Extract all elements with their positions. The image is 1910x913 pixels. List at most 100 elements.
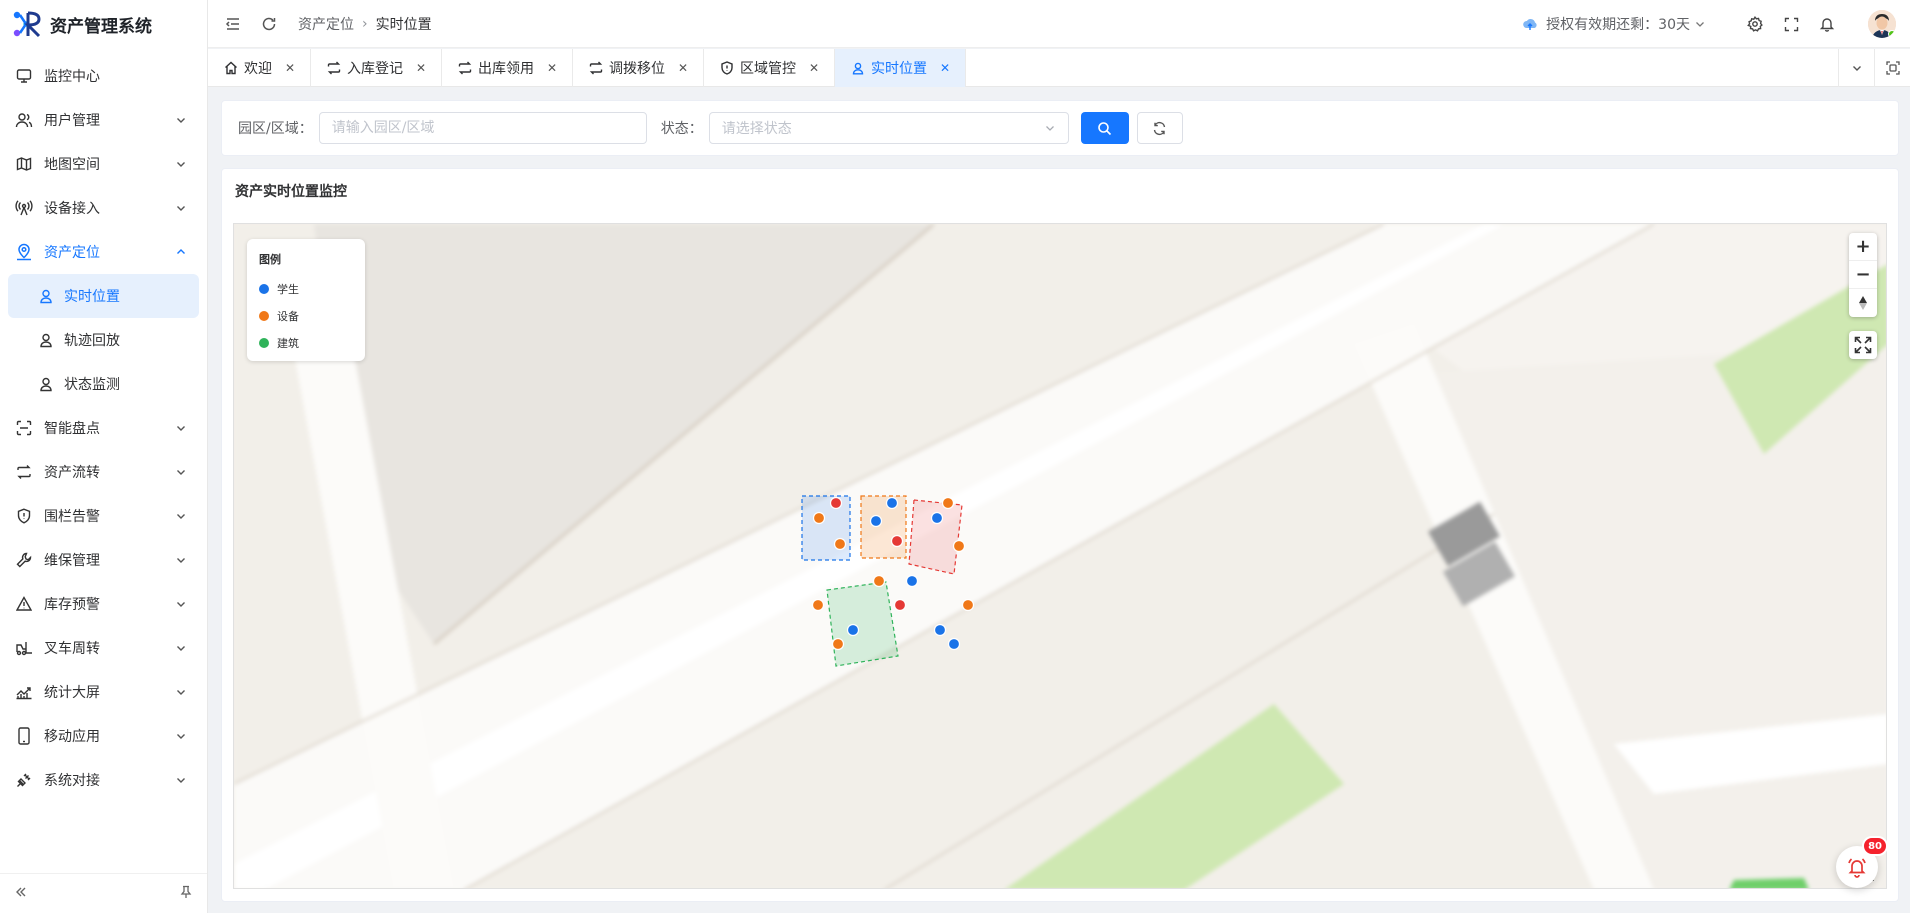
chevron-down-icon — [177, 734, 185, 739]
legend-item-device: 设备 — [259, 302, 353, 329]
marker-student[interactable] — [905, 574, 919, 588]
tab-realtime-location[interactable]: 实时位置 ✕ — [835, 49, 966, 87]
page-tabs: 欢迎 ✕ 入库登记 ✕ 出库领用 ✕ 调拨移位 ✕ 区域管控 ✕ 实时位置 ✕ — [208, 49, 1910, 87]
tab-outbound[interactable]: 出库领用 ✕ — [442, 49, 573, 87]
marker-device[interactable] — [811, 598, 825, 612]
sidebar-item-label: 叉车周转 — [44, 641, 100, 657]
fullscreen-icon[interactable] — [1782, 15, 1800, 33]
marker-device[interactable] — [952, 539, 966, 553]
sidebar-item-map[interactable]: 地图空间 — [0, 142, 207, 186]
zone-green[interactable] — [826, 581, 899, 667]
sidebar-item-mobile[interactable]: 移动应用 — [0, 714, 207, 758]
chevron-down-icon — [177, 690, 185, 695]
sidebar-item-devices[interactable]: 设备接入 — [0, 186, 207, 230]
transfer-icon — [327, 61, 341, 75]
marker-device[interactable] — [872, 574, 886, 588]
alarm-notification-button[interactable]: 80 — [1836, 836, 1888, 888]
tabs-dropdown-icon[interactable] — [1838, 49, 1874, 87]
reset-button[interactable] — [1136, 112, 1183, 144]
marker-student[interactable] — [846, 623, 860, 637]
search-button[interactable] — [1080, 112, 1129, 144]
sidebar: 资产管理系统 监控中心 用户管理 地图空间 设备接入 资产定位 实时位置 轨迹回… — [0, 0, 208, 913]
sidebar-item-dashboard[interactable]: 统计大屏 — [0, 670, 207, 714]
marker-student[interactable] — [947, 637, 961, 651]
location-user-icon — [38, 288, 54, 304]
screenshot-icon[interactable] — [1874, 49, 1910, 87]
app-logo[interactable]: 资产管理系统 — [0, 0, 207, 48]
tab-welcome[interactable]: 欢迎 ✕ — [208, 49, 311, 87]
zoom-in-button[interactable]: + — [1849, 233, 1877, 261]
sidebar-item-inventory[interactable]: 智能盘点 — [0, 406, 207, 450]
marker-alarm[interactable] — [829, 496, 843, 510]
license-status[interactable]: 授权有效期还剩：30天 — [1522, 14, 1706, 34]
tab-inbound[interactable]: 入库登记 ✕ — [311, 49, 442, 87]
sidebar-item-integration[interactable]: 系统对接 — [0, 758, 207, 802]
refresh-icon[interactable] — [260, 15, 278, 33]
close-icon[interactable]: ✕ — [546, 61, 558, 75]
marker-device[interactable] — [941, 496, 955, 510]
sidebar-item-monitor[interactable]: 监控中心 — [0, 54, 207, 98]
sidebar-item-maintenance[interactable]: 维保管理 — [0, 538, 207, 582]
wrench-icon — [14, 550, 34, 570]
breadcrumb-item[interactable]: 资产定位 — [298, 14, 354, 34]
marker-student[interactable] — [933, 623, 947, 637]
location-user-icon — [38, 332, 54, 348]
sidebar-item-fence-alarm[interactable]: 围栏告警 — [0, 494, 207, 538]
marker-device[interactable] — [831, 637, 845, 651]
marker-device[interactable] — [833, 537, 847, 551]
transfer-icon — [589, 61, 603, 75]
sidebar-item-status-monitor[interactable]: 状态监测 — [0, 362, 207, 406]
tab-relocation[interactable]: 调拨移位 ✕ — [573, 49, 704, 87]
close-icon[interactable]: ✕ — [808, 61, 820, 75]
sidebar-item-label: 监控中心 — [44, 69, 100, 85]
sidebar-item-label: 设备接入 — [44, 201, 100, 217]
zone-red[interactable] — [908, 499, 963, 575]
avatar[interactable] — [1868, 10, 1896, 38]
marker-student[interactable] — [869, 514, 883, 528]
bell-icon[interactable] — [1818, 15, 1836, 33]
close-icon[interactable]: ✕ — [677, 61, 689, 75]
legend-label: 建筑 — [277, 336, 299, 350]
chevron-down-icon — [177, 646, 185, 651]
sidebar-item-track-playback[interactable]: 轨迹回放 — [0, 318, 207, 362]
marker-alarm[interactable] — [890, 534, 904, 548]
tab-area-control[interactable]: 区域管控 ✕ — [704, 49, 835, 87]
close-icon[interactable]: ✕ — [415, 61, 427, 75]
status-select[interactable]: 请选择状态 — [708, 112, 1069, 144]
marker-device[interactable] — [961, 598, 975, 612]
sidebar-item-asset-transfer[interactable]: 资产流转 — [0, 450, 207, 494]
sidebar-item-realtime-location[interactable]: 实时位置 — [8, 274, 199, 318]
map-canvas[interactable]: 图例 学生 设备 建筑 + − A — [233, 223, 1887, 889]
tab-label: 欢迎 — [244, 61, 272, 77]
search-form: 园区/区域： 状态： 请选择状态 — [221, 100, 1899, 156]
location-user-icon — [38, 376, 54, 392]
header-actions: 授权有效期还剩：30天 — [1522, 0, 1910, 48]
area-input[interactable] — [318, 112, 647, 144]
zoom-controls: + − — [1849, 233, 1877, 317]
marker-device[interactable] — [812, 511, 826, 525]
close-icon[interactable]: ✕ — [939, 61, 951, 75]
sidebar-item-stock-warning[interactable]: 库存预警 — [0, 582, 207, 626]
pin-icon[interactable] — [179, 885, 193, 903]
sidebar-item-forklift[interactable]: 叉车周转 — [0, 626, 207, 670]
sidebar-item-label: 智能盘点 — [44, 421, 100, 437]
sidebar-item-users[interactable]: 用户管理 — [0, 98, 207, 142]
chevron-up-icon — [177, 249, 185, 254]
marker-student[interactable] — [930, 511, 944, 525]
zone-orange[interactable] — [860, 495, 907, 559]
menu-fold-icon[interactable] — [224, 15, 242, 33]
sidebar-item-asset-location[interactable]: 资产定位 — [0, 230, 207, 274]
collapse-sidebar-icon[interactable] — [14, 885, 28, 903]
marker-student[interactable] — [885, 496, 899, 510]
map-fullscreen-button[interactable] — [1849, 331, 1877, 359]
settings-icon[interactable] — [1746, 15, 1764, 33]
zoom-out-button[interactable]: − — [1849, 261, 1877, 289]
logo-icon — [12, 9, 42, 39]
compass-button[interactable] — [1849, 289, 1877, 317]
marker-alarm[interactable] — [893, 598, 907, 612]
close-icon[interactable]: ✕ — [284, 61, 296, 75]
zone-blue[interactable] — [801, 495, 851, 561]
legend-label: 设备 — [277, 309, 299, 323]
legend-dot — [259, 310, 269, 321]
breadcrumb: 资产定位 › 实时位置 — [298, 14, 432, 34]
